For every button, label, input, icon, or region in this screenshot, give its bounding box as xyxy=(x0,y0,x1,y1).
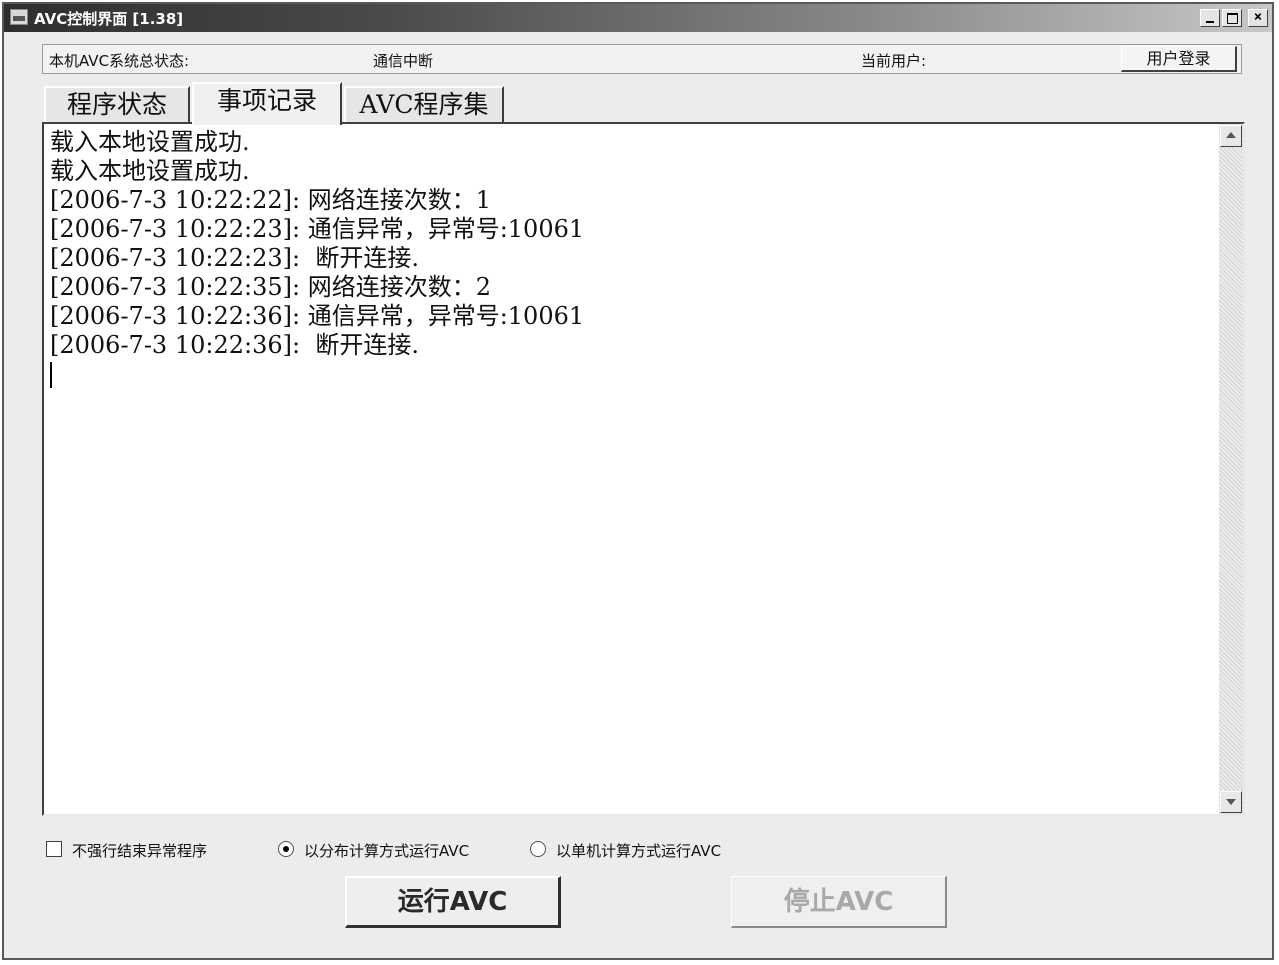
user-login-button[interactable]: 用户登录 xyxy=(1121,46,1237,72)
event-log-text[interactable]: 载入本地设置成功. 载入本地设置成功. [2006-7-3 10:22:22]:… xyxy=(50,128,1210,808)
run-avc-button[interactable]: 运行AVC xyxy=(345,876,561,928)
close-icon: × xyxy=(1253,9,1263,25)
log-line: [2006-7-3 10:22:35]: 网络连接次数：2 xyxy=(50,273,491,301)
app-icon[interactable] xyxy=(10,9,28,25)
stop-avc-button[interactable]: 停止AVC xyxy=(731,876,947,928)
scroll-down-button[interactable] xyxy=(1220,791,1242,813)
log-line: [2006-7-3 10:22:36]: 断开连接. xyxy=(50,331,419,359)
log-line: [2006-7-3 10:22:23]: 通信异常，异常号:10061 xyxy=(50,215,585,243)
distributed-label[interactable]: 以分布计算方式运行AVC xyxy=(304,840,469,861)
title-bar[interactable]: AVC控制界面 [1.38] × xyxy=(4,4,1272,32)
force-end-checkbox[interactable] xyxy=(46,841,62,857)
scroll-up-button[interactable] xyxy=(1220,125,1242,147)
distributed-radio-option[interactable]: 以分布计算方式运行AVC xyxy=(278,838,518,862)
arrow-down-icon xyxy=(1226,799,1236,805)
standalone-radio-option[interactable]: 以单机计算方式运行AVC xyxy=(530,838,770,862)
maximize-button[interactable] xyxy=(1222,9,1242,27)
log-line: [2006-7-3 10:22:22]: 网络连接次数：1 xyxy=(50,186,491,214)
force-end-checkbox-option[interactable]: 不强行结束异常程序 xyxy=(46,838,256,862)
system-status-value: 通信中断 xyxy=(373,52,434,70)
log-line: [2006-7-3 10:22:23]: 断开连接. xyxy=(50,244,419,272)
vertical-scrollbar[interactable] xyxy=(1219,124,1243,814)
log-line: [2006-7-3 10:22:36]: 通信异常，异常号:10061 xyxy=(50,302,585,330)
tab-bar: 程序状态 事项记录 AVC程序集 xyxy=(42,82,742,125)
run-options: 不强行结束异常程序 以分布计算方式运行AVC 以单机计算方式运行AVC xyxy=(46,838,946,862)
log-line: 载入本地设置成功. xyxy=(50,157,250,185)
event-log-panel[interactable]: 载入本地设置成功. 载入本地设置成功. [2006-7-3 10:22:22]:… xyxy=(42,122,1245,816)
status-bar: 本机AVC系统总状态: 通信中断 当前用户: 用户登录 xyxy=(42,44,1242,74)
maximize-icon xyxy=(1227,13,1238,24)
tab-event-log[interactable]: 事项记录 xyxy=(192,82,342,125)
distributed-radio[interactable] xyxy=(278,841,294,857)
minimize-icon xyxy=(1206,21,1214,23)
force-end-label[interactable]: 不强行结束异常程序 xyxy=(72,840,207,861)
current-user-label: 当前用户: xyxy=(861,52,927,70)
standalone-label[interactable]: 以单机计算方式运行AVC xyxy=(556,840,721,861)
system-status-label: 本机AVC系统总状态: xyxy=(49,52,190,70)
text-caret xyxy=(50,362,52,388)
minimize-button[interactable] xyxy=(1200,9,1220,27)
standalone-radio[interactable] xyxy=(530,841,546,857)
window-title: AVC控制界面 [1.38] xyxy=(34,10,184,28)
log-line: 载入本地设置成功. xyxy=(50,128,250,156)
radio-selected-dot xyxy=(283,846,289,852)
main-window: AVC控制界面 [1.38] × 本机AVC系统总状态: 通信中断 当前用户: … xyxy=(2,2,1274,960)
tab-program-status[interactable]: 程序状态 xyxy=(44,86,190,124)
close-button[interactable]: × xyxy=(1248,9,1268,27)
tab-avc-programs[interactable]: AVC程序集 xyxy=(344,86,504,124)
arrow-up-icon xyxy=(1226,132,1236,138)
